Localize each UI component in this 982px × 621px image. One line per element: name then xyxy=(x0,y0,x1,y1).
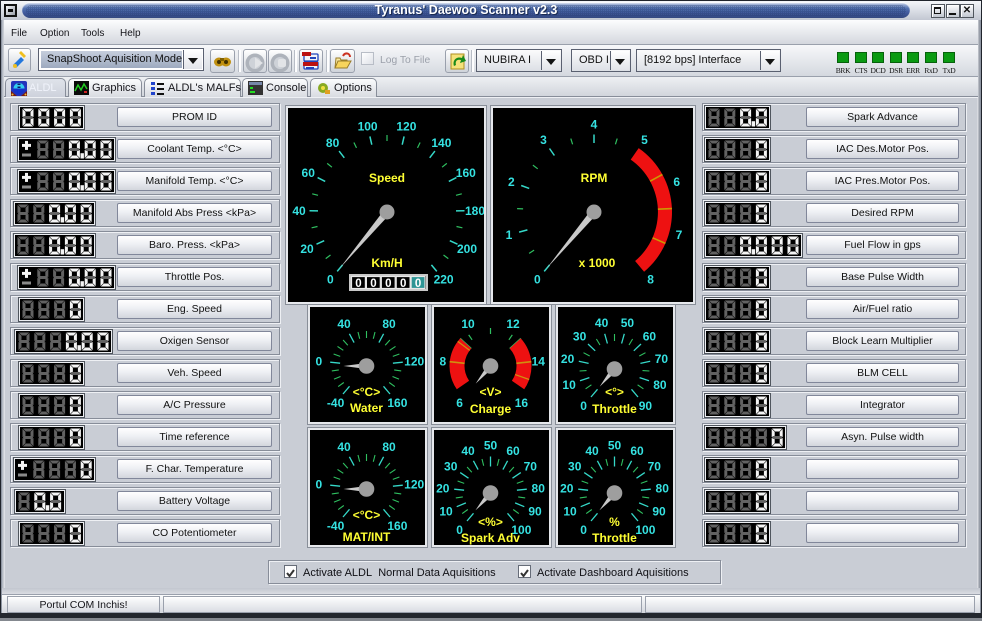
svg-text:8: 8 xyxy=(647,273,654,287)
svg-text:5: 5 xyxy=(641,133,648,147)
svg-text:60: 60 xyxy=(302,166,316,180)
svg-text:0: 0 xyxy=(400,278,406,290)
svg-text:120: 120 xyxy=(396,120,416,134)
svg-text:<°C>: <°C> xyxy=(353,385,380,399)
svg-text:80: 80 xyxy=(653,378,667,392)
svg-text:30: 30 xyxy=(568,460,582,474)
svg-text:<°C>: <°C> xyxy=(353,508,380,522)
svg-text:0: 0 xyxy=(385,278,391,290)
svg-text:0: 0 xyxy=(415,278,421,290)
svg-text:14: 14 xyxy=(532,354,546,368)
svg-text:100: 100 xyxy=(635,523,655,537)
svg-text:7: 7 xyxy=(676,228,683,242)
svg-text:3: 3 xyxy=(540,133,547,147)
svg-text:80: 80 xyxy=(326,136,340,150)
svg-text:180: 180 xyxy=(465,204,484,218)
svg-text:220: 220 xyxy=(434,273,454,287)
svg-text:120: 120 xyxy=(404,477,424,491)
svg-text:40: 40 xyxy=(292,204,306,218)
svg-text:Km/H: Km/H xyxy=(371,256,402,270)
svg-text:10: 10 xyxy=(562,378,576,392)
svg-text:0: 0 xyxy=(355,278,361,290)
svg-text:160: 160 xyxy=(387,396,407,410)
svg-text:10: 10 xyxy=(461,317,475,331)
svg-text:0: 0 xyxy=(580,399,587,413)
svg-text:x 1000: x 1000 xyxy=(579,256,616,270)
svg-text:80: 80 xyxy=(382,317,396,331)
svg-text:80: 80 xyxy=(532,481,546,495)
svg-text:60: 60 xyxy=(630,444,644,458)
svg-text:40: 40 xyxy=(337,317,351,331)
svg-text:40: 40 xyxy=(337,440,351,454)
svg-text:0: 0 xyxy=(534,273,541,287)
svg-text:160: 160 xyxy=(387,519,407,533)
svg-text:80: 80 xyxy=(382,440,396,454)
svg-text:90: 90 xyxy=(639,399,653,413)
svg-text:60: 60 xyxy=(643,329,657,343)
svg-text:0: 0 xyxy=(370,278,376,290)
svg-text:90: 90 xyxy=(652,504,666,518)
svg-text:160: 160 xyxy=(456,166,476,180)
svg-text:10: 10 xyxy=(439,504,453,518)
svg-text:30: 30 xyxy=(444,460,458,474)
svg-text:0: 0 xyxy=(315,477,322,491)
svg-text:30: 30 xyxy=(573,329,587,343)
svg-text:MAT/INT: MAT/INT xyxy=(343,530,391,544)
svg-text:0: 0 xyxy=(580,523,587,537)
svg-text:10: 10 xyxy=(563,504,577,518)
svg-text:2: 2 xyxy=(508,175,515,189)
svg-text:70: 70 xyxy=(648,460,662,474)
svg-text:<%>: <%> xyxy=(478,515,503,529)
svg-text:Spark Adv: Spark Adv xyxy=(461,531,520,545)
svg-text:Water: Water xyxy=(350,401,383,415)
svg-text:Throttle: Throttle xyxy=(592,531,637,545)
svg-text:80: 80 xyxy=(656,481,670,495)
svg-text:40: 40 xyxy=(461,444,475,458)
svg-text:%: % xyxy=(609,515,620,529)
svg-text:<V>: <V> xyxy=(479,385,501,399)
svg-text:20: 20 xyxy=(561,352,575,366)
svg-text:20: 20 xyxy=(560,481,574,495)
svg-text:40: 40 xyxy=(595,316,609,330)
svg-text:0: 0 xyxy=(327,273,334,287)
svg-text:16: 16 xyxy=(515,396,529,410)
svg-text:8: 8 xyxy=(439,354,446,368)
svg-text:Speed: Speed xyxy=(369,171,405,185)
svg-text:6: 6 xyxy=(456,396,463,410)
svg-text:6: 6 xyxy=(673,175,680,189)
svg-text:50: 50 xyxy=(608,438,622,452)
svg-text:70: 70 xyxy=(655,352,669,366)
svg-text:RPM: RPM xyxy=(581,171,608,185)
svg-text:4: 4 xyxy=(591,117,598,131)
svg-text:40: 40 xyxy=(585,444,599,458)
svg-text:200: 200 xyxy=(457,242,477,256)
svg-text:-40: -40 xyxy=(327,396,345,410)
svg-text:Charge: Charge xyxy=(470,402,512,416)
svg-text:100: 100 xyxy=(358,120,378,134)
svg-text:50: 50 xyxy=(621,316,635,330)
svg-text:1: 1 xyxy=(506,228,513,242)
svg-text:140: 140 xyxy=(431,136,451,150)
svg-text:120: 120 xyxy=(404,354,424,368)
svg-text:Throttle: Throttle xyxy=(592,402,637,416)
svg-text:60: 60 xyxy=(506,444,520,458)
svg-text:0: 0 xyxy=(315,354,322,368)
svg-text:90: 90 xyxy=(528,504,542,518)
svg-text:20: 20 xyxy=(300,242,314,256)
svg-text:12: 12 xyxy=(506,317,520,331)
svg-text:20: 20 xyxy=(436,481,450,495)
svg-text:<°>: <°> xyxy=(605,385,624,399)
svg-text:50: 50 xyxy=(484,438,498,452)
svg-text:70: 70 xyxy=(524,460,538,474)
